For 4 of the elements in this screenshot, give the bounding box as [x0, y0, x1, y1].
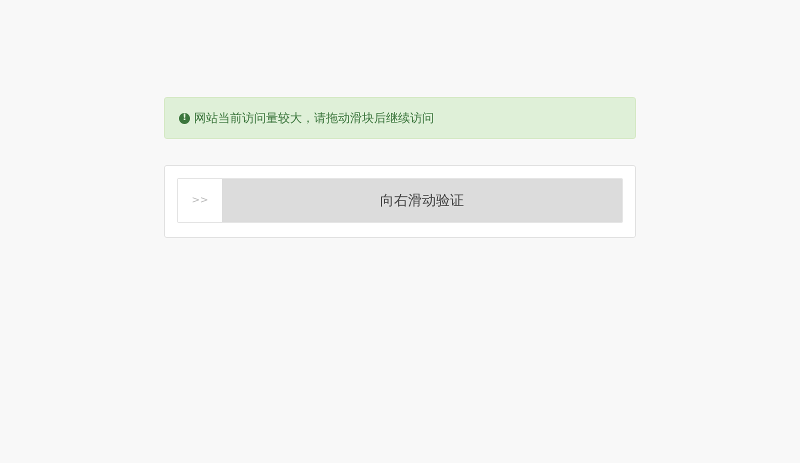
- slider-track[interactable]: >> 向右滑动验证: [177, 178, 623, 223]
- alert-message: 网站当前访问量较大，请拖动滑块后继续访问: [194, 110, 434, 126]
- alert-icon: !: [179, 112, 190, 124]
- slider-label: 向右滑动验证: [379, 192, 464, 210]
